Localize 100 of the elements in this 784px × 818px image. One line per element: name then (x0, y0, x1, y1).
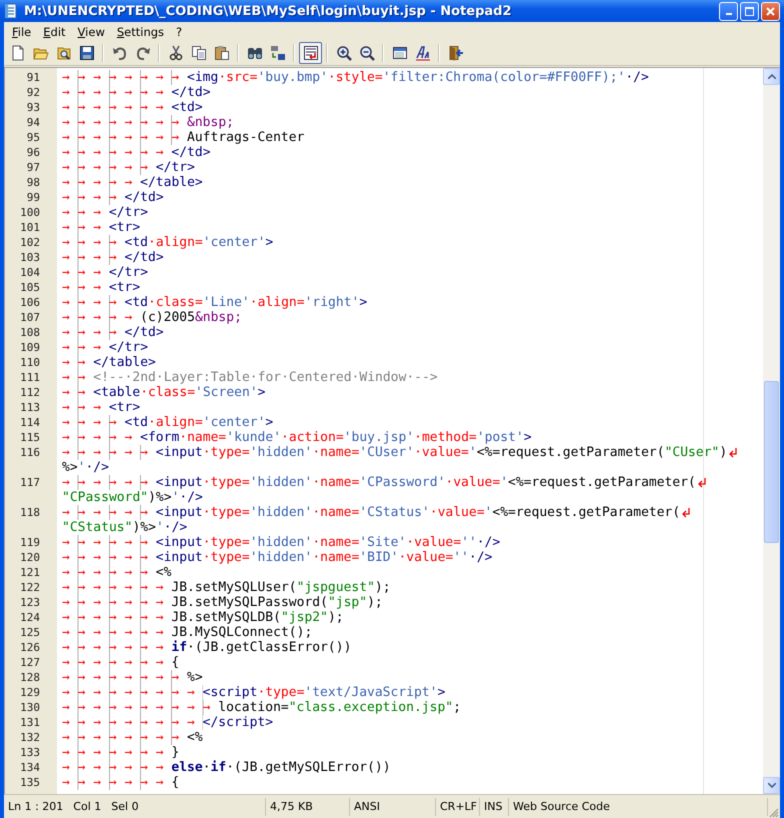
code-line: →→→→→(c)2005&nbsp; (62, 310, 242, 325)
scroll-up-button[interactable] (763, 68, 780, 85)
code-line: →→→<tr> (62, 400, 140, 415)
line-number: 95 (26, 131, 40, 144)
line-number: 118 (20, 506, 40, 519)
status-text: Ln 1 : 201 (8, 800, 64, 813)
line-number: 135 (20, 776, 40, 789)
line-number: 100 (20, 206, 40, 219)
line-number: 99 (26, 191, 40, 204)
line-number: 112 (20, 386, 40, 399)
replace-icon (270, 45, 286, 61)
zoom-in-icon (336, 45, 352, 61)
cut-icon (168, 45, 184, 61)
save-icon (78, 45, 94, 61)
code-line: →→→→→→→→<% (62, 730, 203, 745)
line-number: 134 (20, 761, 40, 774)
menu-item[interactable]: View (72, 22, 111, 40)
code-line: →→→→<td·align='center'> (62, 235, 274, 250)
wrap-arrow-icon (682, 507, 692, 518)
copy-icon (190, 45, 206, 61)
line-number: 115 (20, 431, 40, 444)
status-text: Col 1 (73, 800, 102, 813)
code-line: →→→<tr> (62, 280, 140, 295)
code-line: →→→→→</table> (62, 175, 203, 190)
redo-icon (134, 45, 150, 61)
font-icon (414, 45, 430, 61)
menu-item[interactable]: Edit (37, 22, 72, 40)
maximize-icon (745, 6, 754, 16)
line-number: 132 (20, 731, 40, 744)
line-number: 125 (20, 626, 40, 639)
code-line: →→→</tr> (62, 265, 148, 280)
menu-item[interactable]: ? (170, 22, 188, 40)
code-line: →→→→→→→→&nbsp; (62, 115, 234, 130)
menu-item[interactable]: File (6, 22, 38, 40)
line-number: 126 (20, 641, 40, 654)
line-number: 122 (20, 581, 40, 594)
code-line: →→→→→→→</td> (62, 85, 211, 100)
line-number: 109 (20, 341, 40, 354)
code-line: →→→→→→<input·type='hidden'·name='CUser'·value='<%=request.getParameter("CUser") (62, 445, 728, 460)
line-number: 117 (20, 476, 40, 489)
line-number: 94 (26, 116, 40, 129)
code-line: →→→→→→→→%> (62, 670, 203, 685)
line-number: 107 (20, 311, 40, 324)
line-number: 101 (20, 221, 40, 234)
code-line: →→→→→→<% (62, 565, 172, 580)
code-line: →→→→→→</tr> (62, 160, 195, 175)
code-line: →→→→→→→→Auftrags-Center (62, 130, 304, 145)
word-wrap-icon (302, 45, 318, 61)
code-line: →→→→<td·align='center'> (62, 415, 274, 430)
maximize-button[interactable] (740, 2, 759, 20)
scroll-down-button[interactable] (763, 777, 780, 794)
code-line: %>'·/> (62, 460, 109, 475)
close-button[interactable] (761, 2, 780, 20)
code-line: →→→</tr> (62, 205, 148, 220)
caret-up-icon (768, 74, 776, 79)
code-line: →→<table·class='Screen'> (62, 385, 266, 400)
line-number: 114 (20, 416, 40, 429)
status-text: ANSI (354, 800, 380, 813)
magnifier-document-icon (56, 45, 72, 61)
code-line: →→→→→→<input·type='hidden'·name='CStatus'·value='<%=request.getParameter( (62, 505, 680, 520)
line-number: 91 (26, 71, 40, 84)
line-number: 124 (20, 611, 40, 624)
line-number: 108 (20, 326, 40, 339)
code-line: →→→→<td·class='Line'·align='right'> (62, 295, 368, 310)
status-text: Sel 0 (111, 800, 139, 813)
code-line: →→→→→→→JB.setMySQLDB("jsp2"); (62, 610, 344, 625)
window-title: M:\UNENCRYPTED\_CODING\WEB\MySelf\login\buyit.jsp - Notepad2 (24, 4, 513, 18)
toolbar-button[interactable] (299, 42, 322, 64)
line-number: 131 (20, 716, 40, 729)
code-line: →→→→→→→→→→location="class.exception.jsp"; (62, 700, 461, 715)
line-number: 120 (20, 551, 40, 564)
line-number: 104 (20, 266, 40, 279)
code-line: →→→→</td> (62, 250, 164, 265)
new-document-icon (10, 45, 26, 61)
scrollbar-thumb[interactable] (764, 381, 779, 543)
line-number: 127 (20, 656, 40, 669)
status-text: Web Source Code (513, 800, 610, 813)
line-number: 110 (20, 356, 40, 369)
size-grip-icon (768, 807, 779, 818)
line-number: 133 (20, 746, 40, 759)
status-text: CR+LF (440, 800, 477, 813)
minimize-button[interactable] (719, 2, 738, 20)
code-line: →→→→→→→else·if·(JB.getMySQLError()) (62, 760, 391, 775)
line-number: 121 (20, 566, 40, 579)
code-line: →→→→→→→if·(JB.getClassError()) (62, 640, 352, 655)
code-line: →→→</tr> (62, 340, 148, 355)
paste-icon (214, 45, 230, 61)
menu-item[interactable]: Settings (110, 22, 170, 40)
code-line: →→→→→→→→→<script·type='text/JavaScript'> (62, 685, 446, 700)
minimize-icon (726, 12, 732, 14)
code-line: →→→→→→→{ (62, 655, 180, 670)
code-line: →→→→→→→JB.setMySQLPassword("jsp"); (62, 595, 383, 610)
line-number: 111 (20, 371, 40, 384)
undo-icon (112, 45, 128, 61)
code-line: →→→→→→→{ (62, 775, 180, 790)
binoculars-icon (246, 45, 262, 61)
line-number: 93 (26, 101, 40, 114)
code-line: "CStatus")%>'·/> (62, 520, 188, 535)
line-number: 128 (20, 671, 40, 684)
line-number: 116 (20, 446, 40, 459)
